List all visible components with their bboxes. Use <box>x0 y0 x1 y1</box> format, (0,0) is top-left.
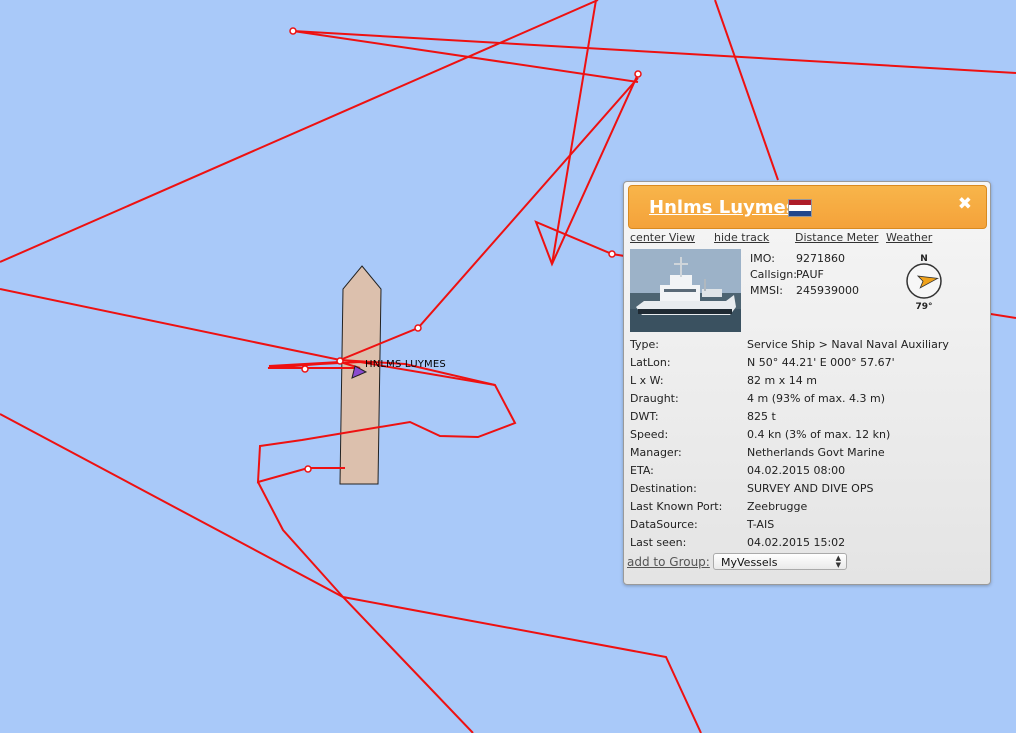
detail-value: 0.4 kn (3% of max. 12 kn) <box>747 428 891 441</box>
detail-value: 4 m (93% of max. 4.3 m) <box>747 392 885 405</box>
select-arrows-icon: ▲ ▼ <box>835 554 841 569</box>
detail-label: Destination: <box>630 482 697 495</box>
detail-label: Draught: <box>630 392 679 405</box>
distance-meter-link[interactable]: Distance Meter <box>795 231 878 244</box>
detail-value: N 50° 44.21' E 000° 57.67' <box>747 356 895 369</box>
vessel-name-link[interactable]: Hnlms Luymes <box>649 197 796 218</box>
mmsi-value: 245939000 <box>796 284 859 297</box>
detail-label: L x W: <box>630 374 664 387</box>
detail-value: T-AIS <box>747 518 775 531</box>
zone-polygon <box>339 265 382 485</box>
detail-label: LatLon: <box>630 356 671 369</box>
detail-label: DataSource: <box>630 518 698 531</box>
popup-header: Hnlms Luymes ✖ <box>628 185 987 229</box>
compass-icon: N 79° <box>902 252 946 312</box>
detail-label: Type: <box>630 338 659 351</box>
callsign-value: PAUF <box>796 268 824 281</box>
hide-track-link[interactable]: hide track <box>714 231 769 244</box>
center-view-link[interactable]: center View <box>630 231 695 244</box>
detail-value: 04.02.2015 08:00 <box>747 464 846 477</box>
detail-label: Last seen: <box>630 536 687 549</box>
detail-label: ETA: <box>630 464 654 477</box>
imo-value: 9271860 <box>796 252 845 265</box>
detail-value: Service Ship > Naval Naval Auxiliary <box>747 338 949 351</box>
detail-label: Last Known Port: <box>630 500 723 513</box>
detail-value: SURVEY AND DIVE OPS <box>747 482 874 495</box>
detail-label: DWT: <box>630 410 659 423</box>
detail-value: 825 t <box>747 410 776 423</box>
vessel-photo[interactable] <box>630 249 741 332</box>
detail-value: 82 m x 14 m <box>747 374 817 387</box>
weather-link[interactable]: Weather <box>886 231 932 244</box>
netherlands-flag-icon <box>788 199 812 217</box>
group-select[interactable]: MyVessels ▲ ▼ <box>713 553 847 570</box>
vessel-info-popup: Hnlms Luymes ✖ center View hide track Di… <box>623 181 991 585</box>
imo-label: IMO: <box>750 252 775 265</box>
vessel-map-label[interactable]: HNLMS LUYMES <box>365 359 446 370</box>
detail-value: 04.02.2015 15:02 <box>747 536 846 549</box>
compass-north-label: N <box>920 254 928 264</box>
close-icon[interactable]: ✖ <box>958 194 972 214</box>
callsign-label: Callsign: <box>750 268 797 281</box>
add-to-group-label[interactable]: add to Group: <box>627 555 710 569</box>
detail-value: Netherlands Govt Marine <box>747 446 885 459</box>
mmsi-label: MMSI: <box>750 284 783 297</box>
heading-value: 79° <box>915 302 932 312</box>
detail-label: Speed: <box>630 428 669 441</box>
group-select-value: MyVessels <box>721 556 778 569</box>
detail-label: Manager: <box>630 446 682 459</box>
detail-value: Zeebrugge <box>747 500 808 513</box>
